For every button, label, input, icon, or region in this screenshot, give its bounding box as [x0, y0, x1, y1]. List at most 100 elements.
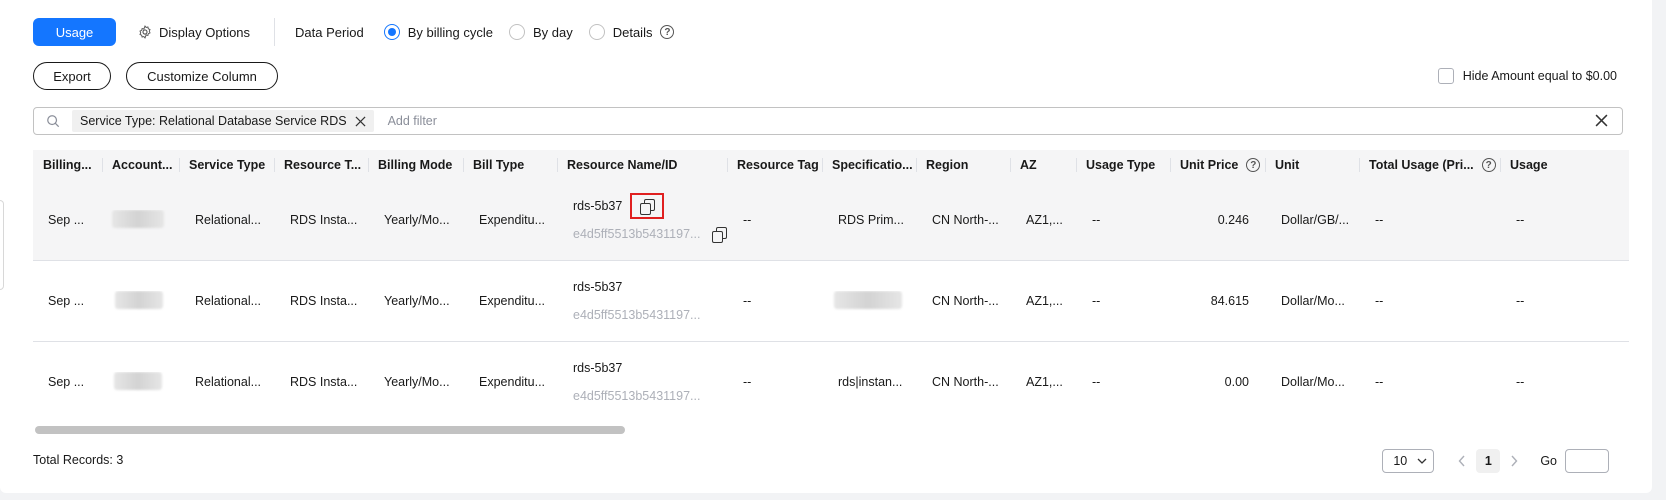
add-filter-input[interactable]: Add filter [388, 114, 437, 128]
display-options-label: Display Options [159, 24, 251, 40]
cell-billing-cycle: Sep ... [48, 213, 85, 227]
cell-total-usage: -- [1375, 375, 1384, 389]
cell-usage: -- [1516, 213, 1525, 227]
cell-resource-type: RDS Insta... [290, 375, 358, 389]
column-header[interactable]: Account... [102, 150, 179, 180]
radio-details[interactable]: Details [588, 24, 652, 40]
filter-chip: Service Type: Relational Database Servic… [72, 110, 374, 132]
cell-az: AZ1,... [1026, 213, 1063, 227]
page-size-select[interactable]: 10 [1382, 449, 1435, 473]
chevron-left-icon[interactable] [1458, 455, 1466, 467]
copy-icon[interactable] [640, 199, 656, 215]
table-row[interactable]: Sep ... Relational... RDS Insta... Yearl… [33, 261, 1629, 342]
column-header[interactable]: Resource Tag [727, 150, 822, 180]
horizontal-scrollbar[interactable] [35, 426, 625, 434]
cell-account [102, 209, 179, 231]
help-icon[interactable]: ? [1246, 158, 1261, 172]
cell-billing-cycle: Sep ... [48, 294, 85, 308]
help-icon[interactable]: ? [660, 25, 675, 39]
column-header[interactable]: Unit [1265, 150, 1359, 180]
cell-resource-type: RDS Insta... [290, 213, 358, 227]
column-header[interactable]: Specificatio... [822, 150, 916, 180]
cell-service-type: Relational... [195, 294, 262, 308]
pagination: 10 1 Go [1382, 449, 1609, 473]
gear-icon [139, 25, 151, 39]
radio-by-day[interactable]: By day [508, 24, 573, 40]
filter-search-bar[interactable]: Service Type: Relational Database Servic… [33, 107, 1623, 135]
go-page-input[interactable] [1565, 449, 1609, 473]
column-header[interactable]: Bill Type [463, 150, 557, 180]
cell-total-usage: -- [1375, 213, 1384, 227]
column-header[interactable]: Total Usage (Pri...? [1359, 150, 1500, 180]
page-number-current[interactable]: 1 [1476, 449, 1501, 473]
page-size-value: 10 [1393, 454, 1408, 468]
cell-usage-type: -- [1092, 375, 1101, 389]
customize-column-button[interactable]: Customize Column [126, 62, 278, 90]
cell-service-type: Relational... [195, 375, 262, 389]
chevron-right-icon[interactable] [1510, 455, 1518, 467]
cell-unit: Dollar/Mo... [1281, 294, 1345, 308]
radio-label: By billing cycle [407, 24, 493, 40]
column-header[interactable]: Billing Mode [368, 150, 463, 180]
toolbar-divider [274, 18, 276, 46]
cell-resource-tag: -- [743, 294, 752, 308]
usage-tab-button[interactable]: Usage [33, 18, 116, 46]
cell-az: AZ1,... [1026, 375, 1063, 389]
copy-icon[interactable] [712, 227, 728, 243]
cell-resource-tag: -- [743, 375, 752, 389]
filter-chip-label: Service Type: Relational Database Servic… [80, 114, 347, 128]
cell-resource-tag: -- [743, 213, 752, 227]
display-options-button[interactable]: Display Options [138, 25, 250, 40]
cell-unit-price: 0.00 [1224, 375, 1249, 389]
help-icon[interactable]: ? [1481, 158, 1496, 172]
cell-usage-type: -- [1092, 294, 1101, 308]
hide-zero-amount-toggle[interactable]: Hide Amount equal to $0.00 [1437, 68, 1617, 84]
cell-region: CN North-... [932, 213, 999, 227]
column-header[interactable]: Region [916, 150, 1010, 180]
column-header[interactable]: Resource T... [274, 150, 368, 180]
cell-unit: Dollar/Mo... [1281, 375, 1345, 389]
cell-usage-type: -- [1092, 213, 1101, 227]
resource-id: e4d5ff5513b5431197... [573, 389, 701, 403]
cell-billing-mode: Yearly/Mo... [384, 294, 450, 308]
radio-button[interactable] [508, 24, 525, 40]
cell-resource-name-id: rds-5b37 e4d5ff5513b5431197... [557, 361, 727, 403]
column-header[interactable]: AZ [1010, 150, 1076, 180]
column-header[interactable]: Unit Price? [1170, 150, 1265, 180]
resource-name: rds-5b37 [573, 280, 623, 294]
column-header[interactable]: Service Type [179, 150, 274, 180]
side-collapse-handle[interactable] [0, 200, 4, 290]
cell-specification [822, 290, 916, 312]
radio-button-checked[interactable] [383, 24, 400, 40]
cell-unit-price: 84.615 [1210, 294, 1249, 308]
cell-bill-type: Expenditu... [479, 375, 546, 389]
column-header[interactable]: Usage Type [1076, 150, 1170, 180]
resource-id: e4d5ff5513b5431197... [573, 227, 701, 241]
cell-specification: RDS Prim... [838, 213, 904, 227]
usage-table: Billing... Account... Service Type Resou… [33, 150, 1629, 422]
copy-name-highlight[interactable] [630, 193, 665, 219]
radio-label: By day [532, 24, 573, 40]
cell-unit-price: 0.246 [1217, 213, 1249, 227]
cell-resource-name-id: rds-5b37 e4d5ff5513b5431197... [557, 280, 727, 322]
column-header[interactable]: Billing... [33, 150, 102, 180]
table-row[interactable]: Sep ... Relational... RDS Insta... Yearl… [33, 180, 1629, 261]
column-header[interactable]: Resource Name/ID [557, 150, 727, 180]
radio-button[interactable] [588, 24, 605, 40]
cell-bill-type: Expenditu... [479, 213, 546, 227]
close-icon[interactable] [355, 115, 366, 127]
export-button[interactable]: Export [33, 62, 111, 90]
cell-region: CN North-... [932, 294, 999, 308]
radio-by-billing-cycle[interactable]: By billing cycle [383, 24, 493, 40]
checkbox[interactable] [1437, 68, 1454, 84]
table-row[interactable]: Sep ... Relational... RDS Insta... Yearl… [33, 342, 1629, 422]
clear-filters-icon[interactable] [1595, 114, 1608, 127]
resource-name: rds-5b37 [573, 199, 623, 213]
cell-region: CN North-... [932, 375, 999, 389]
cell-billing-mode: Yearly/Mo... [384, 213, 450, 227]
column-header[interactable]: Usage [1500, 150, 1560, 180]
total-records: Total Records: 3 [33, 453, 124, 467]
cell-bill-type: Expenditu... [479, 294, 546, 308]
cell-total-usage: -- [1375, 294, 1384, 308]
cell-unit: Dollar/GB/... [1281, 213, 1350, 227]
